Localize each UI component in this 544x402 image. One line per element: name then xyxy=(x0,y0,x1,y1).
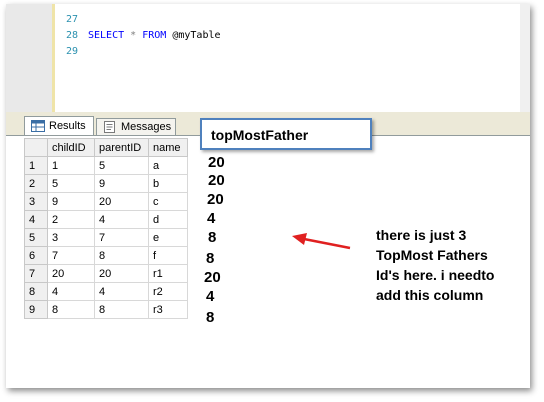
column-header-parentid[interactable]: parentID xyxy=(94,138,149,157)
table-row[interactable]: 424d xyxy=(24,210,188,229)
annotation-value: 8 xyxy=(206,309,215,326)
tab-results[interactable]: Results xyxy=(24,116,94,135)
table-row[interactable]: 8 4 4 r2 xyxy=(24,282,188,301)
cell-name[interactable]: d xyxy=(148,210,188,229)
cell-childid[interactable]: 2 xyxy=(47,210,95,229)
cell-parentid[interactable]: 8 xyxy=(94,300,149,319)
cell-childid[interactable]: 20 xyxy=(47,264,95,283)
sql-editor[interactable]: 27 28 29 SELECT * FROM @myTable xyxy=(6,4,530,113)
table-row[interactable]: 678f xyxy=(24,246,188,265)
cell-name[interactable]: b xyxy=(148,174,188,193)
cell-childid[interactable]: 7 xyxy=(47,246,95,265)
table-variable: @myTable xyxy=(172,30,221,41)
annotation-value: 8 xyxy=(206,250,215,267)
row-number[interactable]: 1 xyxy=(24,156,48,175)
cell-childid[interactable]: 8 xyxy=(47,300,95,319)
red-arrow-icon xyxy=(292,233,351,250)
row-number[interactable]: 4 xyxy=(24,210,48,229)
table-row[interactable]: 259b xyxy=(24,174,188,193)
annotation-column-header: topMostFather xyxy=(200,118,372,150)
results-grid[interactable]: childID parentID name 115a 259b 3 9 20 c 42… xyxy=(24,138,188,319)
annotation-note: there is just 3 TopMost Fathers Id's her… xyxy=(376,227,495,303)
row-number-header[interactable] xyxy=(24,138,48,157)
star-operator: * xyxy=(130,30,137,41)
cell-name[interactable]: e xyxy=(148,228,188,247)
table-row[interactable]: 7 20 20 r1 xyxy=(24,264,188,283)
grid-icon xyxy=(31,120,45,132)
cell-parentid[interactable]: 9 xyxy=(94,174,149,193)
cell-parentid[interactable]: 20 xyxy=(94,192,149,211)
row-number[interactable]: 2 xyxy=(24,174,48,193)
annotation-value: 20 xyxy=(208,154,225,171)
messages-icon xyxy=(104,121,115,133)
table-row[interactable]: 9 8 8 r3 xyxy=(24,300,188,319)
cell-parentid[interactable]: 20 xyxy=(94,264,149,283)
cell-childid[interactable]: 4 xyxy=(47,282,95,301)
annotation-value: 20 xyxy=(207,191,224,208)
cell-childid[interactable]: 5 xyxy=(47,174,95,193)
line-number: 28 xyxy=(65,30,78,41)
table-row[interactable]: 537e xyxy=(24,228,188,247)
tab-messages-label: Messages xyxy=(121,121,172,133)
row-number[interactable]: 3 xyxy=(24,192,48,211)
code-line[interactable]: SELECT * FROM @myTable xyxy=(88,30,221,41)
annotation-value: 20 xyxy=(208,172,225,189)
row-number[interactable]: 9 xyxy=(24,300,48,319)
annotation-value: 4 xyxy=(207,210,216,227)
cell-name[interactable]: c xyxy=(148,192,188,211)
screenshot-frame: 27 28 29 SELECT * FROM @myTable Results … xyxy=(6,4,530,388)
keyword-from: FROM xyxy=(142,30,167,41)
cell-name[interactable]: r2 xyxy=(148,282,188,301)
cell-parentid[interactable]: 7 xyxy=(94,228,149,247)
cell-name[interactable]: f xyxy=(148,246,188,265)
annotation-value: 4 xyxy=(206,288,215,305)
line-number: 27 xyxy=(65,14,78,25)
cell-parentid[interactable]: 4 xyxy=(94,210,149,229)
row-number[interactable]: 8 xyxy=(24,282,48,301)
annotation-value: 8 xyxy=(208,229,217,246)
row-number[interactable]: 6 xyxy=(24,246,48,265)
row-number[interactable]: 7 xyxy=(24,264,48,283)
editor-margin xyxy=(6,4,52,112)
cell-name[interactable]: r3 xyxy=(148,300,188,319)
row-number[interactable]: 5 xyxy=(24,228,48,247)
cell-childid[interactable]: 1 xyxy=(47,156,95,175)
cell-parentid[interactable]: 5 xyxy=(94,156,149,175)
tab-messages[interactable]: Messages xyxy=(96,118,176,135)
editor-scrollbar[interactable] xyxy=(520,4,530,112)
cell-parentid[interactable]: 4 xyxy=(94,282,149,301)
table-row[interactable]: 3 9 20 c xyxy=(24,192,188,211)
grid-header-row: childID parentID name xyxy=(24,138,188,157)
cell-childid[interactable]: 9 xyxy=(47,192,95,211)
cell-childid[interactable]: 3 xyxy=(47,228,95,247)
column-header-name[interactable]: name xyxy=(148,138,188,157)
column-header-childid[interactable]: childID xyxy=(47,138,95,157)
cell-parentid[interactable]: 8 xyxy=(94,246,149,265)
cell-name[interactable]: a xyxy=(148,156,188,175)
tab-results-label: Results xyxy=(49,120,86,132)
cell-name[interactable]: r1 xyxy=(148,264,188,283)
line-number: 29 xyxy=(65,46,78,57)
keyword-select: SELECT xyxy=(88,30,125,41)
table-row[interactable]: 115a xyxy=(24,156,188,175)
annotation-value: 20 xyxy=(204,269,221,286)
